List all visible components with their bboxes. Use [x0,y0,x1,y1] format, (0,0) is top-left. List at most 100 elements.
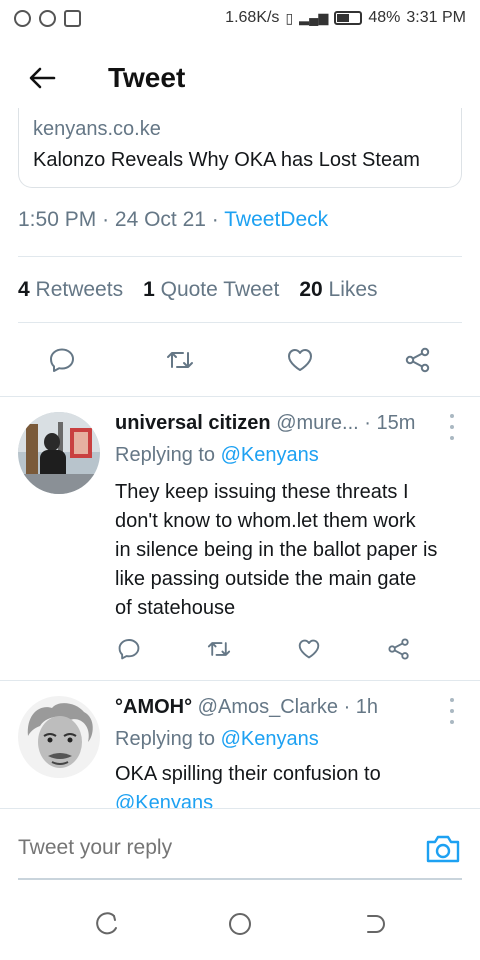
composer-top-divider [0,808,480,809]
reply-tweet[interactable]: °AMOH° @Amos_Clarke · 1h Replying to @Ke… [0,680,480,808]
page-title: Tweet [108,62,186,93]
notification-icons [14,9,81,27]
tweet-meta: 1:50 PM · 24 Oct 21 · TweetDeck [18,208,328,232]
reply-icon [50,348,74,372]
camera-icon [426,835,460,863]
share-icon [388,638,409,660]
tweet-time: 1:50 PM [18,208,97,231]
meta-separator: · [211,208,225,231]
retweets-label: Retweets [35,278,124,301]
meta-separator: · [343,696,356,718]
meta-separator: · [364,412,377,434]
home-icon [229,913,251,935]
reply-time: 1h [355,696,379,718]
replying-to: Replying to @Kenyans [115,444,319,467]
reply-input[interactable] [18,836,398,860]
reply-tweet[interactable]: universal citizen @mure... · 15m Replyin… [0,396,480,680]
retweets-count: 4 [18,278,30,301]
avatar-photo [18,696,100,778]
recents-button[interactable] [94,910,122,938]
dot [450,414,454,418]
reply-button[interactable] [114,634,144,664]
share-button[interactable] [384,634,414,664]
reply-author-name[interactable]: °AMOH° [115,696,192,718]
battery-percent: 48% [368,9,401,26]
link-card-title: Kalonzo Reveals Why OKA has Lost Steam [33,149,420,171]
avatar-photo [18,412,100,494]
reply-text-line: don't know to whom.let them work [115,510,416,532]
home-button[interactable] [226,910,254,938]
network-speed: 1.68K/s [225,9,280,26]
meta-separator: · [102,208,115,231]
system-navigation-bar [0,896,480,960]
camera-button[interactable] [424,832,462,866]
clock: 3:31 PM [406,9,466,26]
dot [450,709,454,713]
reply-text-line: OKA spilling their confusion to [115,763,381,785]
mention-link[interactable]: @Kenyans [115,789,460,808]
back-nav-button[interactable] [360,910,388,938]
reply-author-handle[interactable]: @mure... [276,412,359,434]
reply-text-line: of statehouse [115,597,236,619]
dot [450,698,454,702]
avatar[interactable] [18,412,100,494]
likes-count: 20 [299,278,323,301]
dot [450,425,454,429]
back-button[interactable] [22,58,62,98]
more-options-button[interactable] [442,698,462,724]
likes-stat[interactable]: 20 Likes [299,278,377,302]
retweet-button[interactable] [160,340,200,380]
recents-icon [96,912,117,935]
retweets-stat[interactable]: 4 Retweets [18,278,123,302]
back-nav-icon [367,915,385,933]
replying-prefix: Replying to [115,444,216,466]
reply-text: OKA spilling their confusion to @Kenyans [115,760,460,808]
dot [450,720,454,724]
tweet-stats: 4 Retweets 1 Quote Tweet 20 Likes [18,278,398,302]
link-card-domain: kenyans.co.ke [33,118,161,140]
tweet-date: 24 Oct 21 [114,208,206,231]
replying-to-handle[interactable]: @Kenyans [221,444,319,466]
reply-header: universal citizen @mure... · 15m [115,412,415,435]
quotes-label: Quote Tweet [160,278,280,301]
chrome-icon [39,9,56,27]
status-bar: 1.68K/s ▯ ▂▄▆ 48% 3:31 PM [0,0,480,36]
replying-to: Replying to @Kenyans [115,728,319,751]
reply-text-line: in silence being in the ballot paper is [115,539,438,561]
like-button[interactable] [280,340,320,380]
quotes-stat[interactable]: 1 Quote Tweet [143,278,279,302]
heart-icon [298,639,320,659]
share-button[interactable] [398,340,438,380]
reply-author-name[interactable]: universal citizen [115,412,271,434]
link-card[interactable]: kenyans.co.ke Kalonzo Reveals Why OKA ha… [18,108,462,188]
like-button[interactable] [294,634,324,664]
share-icon [405,347,430,373]
tweet-actions [0,340,480,384]
retweet-icon [167,352,193,368]
divider [18,322,462,323]
reply-header: °AMOH° @Amos_Clarke · 1h [115,696,378,719]
quotes-count: 1 [143,278,155,301]
reply-author-handle[interactable]: @Amos_Clarke [198,696,338,718]
battery-icon [334,11,363,25]
reply-button[interactable] [42,340,82,380]
replying-prefix: Replying to [115,728,216,750]
reply-time: 15m [376,412,416,434]
retweet-icon [207,642,231,656]
arrow-left-icon [29,67,56,89]
avatar[interactable] [18,696,100,778]
dot [450,436,454,440]
retweet-button[interactable] [204,634,234,664]
reply-icon [118,639,140,660]
reply-composer [0,808,480,880]
whatsapp-icon [14,9,31,27]
reply-text-line: They keep issuing these threats I [115,481,409,503]
reply-text-line: like passing outside the main gate [115,568,417,590]
heart-icon [288,349,312,371]
gallery-icon [64,9,81,27]
replying-to-handle[interactable]: @Kenyans [221,728,319,750]
composer-underline [18,878,462,880]
more-options-button[interactable] [442,414,462,440]
vibrate-icon: ▯ [285,9,294,26]
tweet-source-link[interactable]: TweetDeck [224,208,328,231]
